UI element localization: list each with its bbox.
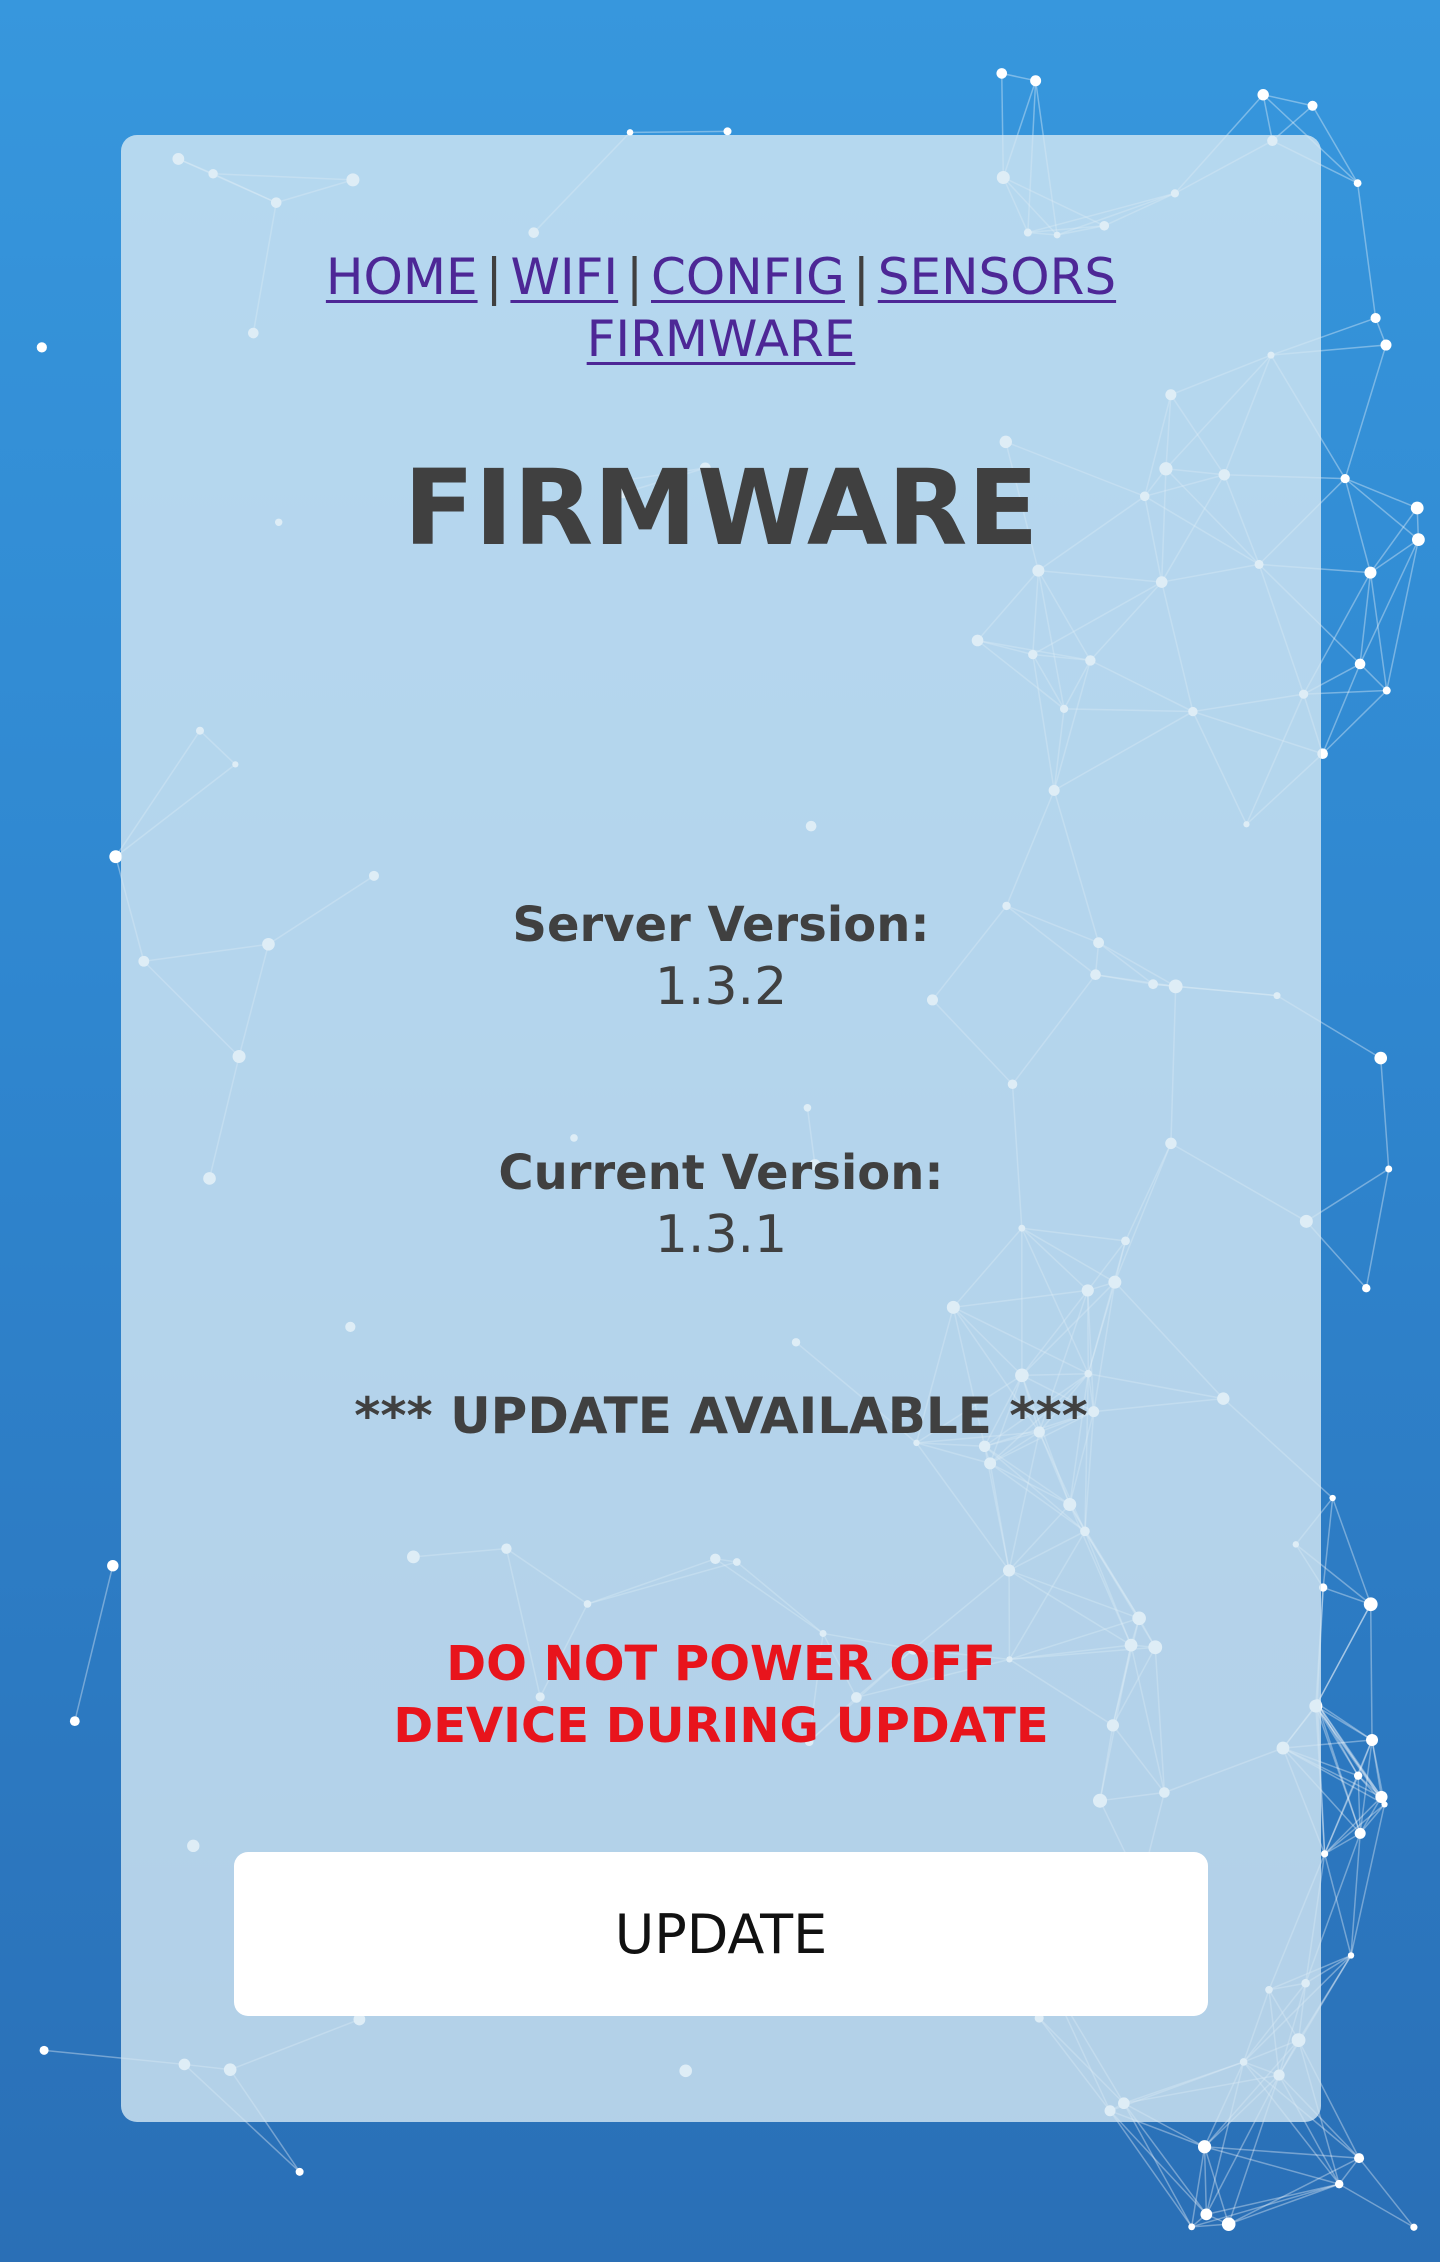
nav-link-sensors[interactable]: SENSORS [878, 248, 1116, 306]
update-available-notice: *** UPDATE AVAILABLE *** [354, 1387, 1088, 1445]
nav-separator: | [852, 248, 870, 306]
firmware-card: HOME | WIFI | CONFIG | SENSORS FIRMWARE FIRMWA… [121, 135, 1321, 2122]
nav-link-wifi[interactable]: WIFI [510, 248, 618, 306]
nav-link-firmware[interactable]: FIRMWARE [587, 310, 856, 368]
power-warning: DO NOT POWER OFF DEVICE DURING UPDATE [393, 1636, 1049, 1754]
current-version-label: Current Version: [498, 1145, 944, 1201]
nav-separator: | [626, 248, 643, 306]
nav-link-config[interactable]: CONFIG [651, 248, 845, 306]
nav-separator: | [485, 248, 503, 306]
current-version-value: 1.3.1 [654, 1205, 788, 1265]
server-version-value: 1.3.2 [654, 957, 788, 1017]
nav-menu: HOME | WIFI | CONFIG | SENSORS FIRMWARE [121, 246, 1321, 370]
update-button[interactable]: UPDATE [234, 1852, 1208, 2016]
page-title: FIRMWARE [403, 447, 1039, 569]
nav-link-home[interactable]: HOME [326, 248, 478, 306]
server-version-label: Server Version: [512, 897, 930, 953]
